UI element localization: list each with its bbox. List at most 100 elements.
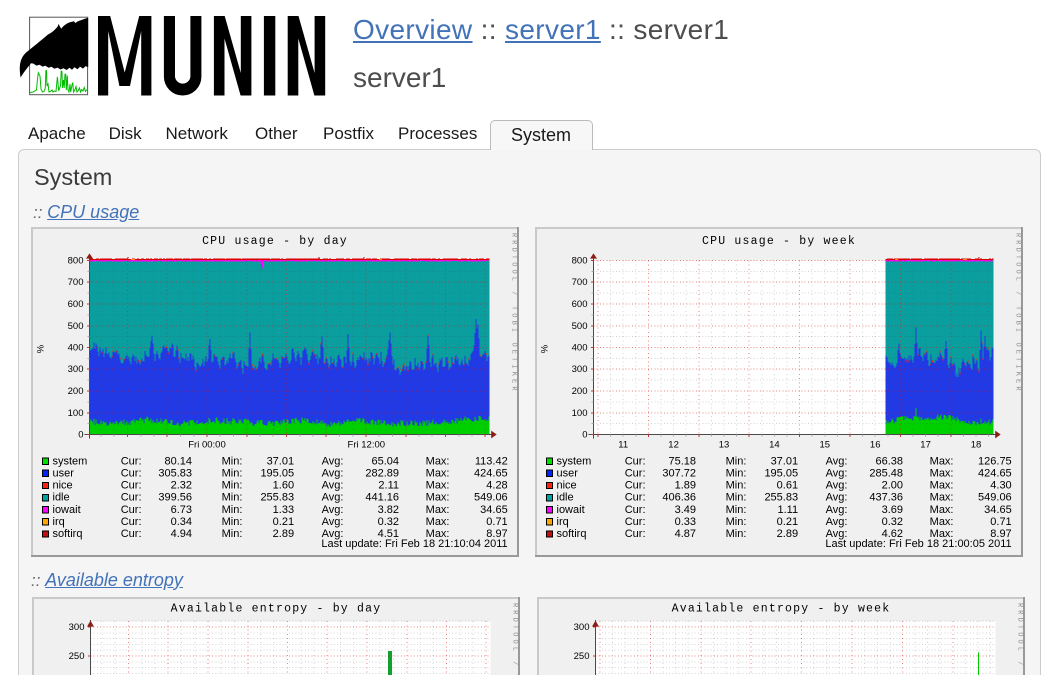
svg-text:Min:: Min: xyxy=(222,455,243,467)
svg-text:Cur:: Cur: xyxy=(625,516,646,528)
svg-text:2.32: 2.32 xyxy=(171,480,192,492)
svg-text:549.06: 549.06 xyxy=(474,492,508,504)
svg-text:Avg:: Avg: xyxy=(825,492,847,504)
svg-text:1.89: 1.89 xyxy=(674,480,695,492)
svg-text:Fri 00:00: Fri 00:00 xyxy=(189,440,227,451)
svg-text:18: 18 xyxy=(971,440,982,451)
svg-text:Cur:: Cur: xyxy=(121,455,142,467)
svg-text:Avg:: Avg: xyxy=(322,492,344,504)
svg-text:Min:: Min: xyxy=(222,467,243,479)
svg-text:1.60: 1.60 xyxy=(273,480,294,492)
svg-text:6.73: 6.73 xyxy=(171,504,192,516)
svg-text:Avg:: Avg: xyxy=(322,504,344,516)
svg-text:500: 500 xyxy=(571,321,587,332)
svg-text:Max:: Max: xyxy=(929,504,953,516)
svg-text:Min:: Min: xyxy=(725,455,746,467)
svg-text:549.06: 549.06 xyxy=(978,492,1012,504)
svg-text:66.38: 66.38 xyxy=(875,455,903,467)
svg-text:Avg:: Avg: xyxy=(322,480,344,492)
svg-text:softirq: softirq xyxy=(556,528,586,540)
svg-text:Max:: Max: xyxy=(426,455,450,467)
svg-text:424.65: 424.65 xyxy=(474,467,508,479)
svg-text:Min:: Min: xyxy=(725,516,746,528)
svg-text:CPU usage - by day: CPU usage - by day xyxy=(202,235,348,248)
svg-text:Cur:: Cur: xyxy=(625,455,646,467)
svg-text:RRDTOOL / TOBI OETIKER: RRDTOOL / TOBI OETIKER xyxy=(1015,603,1023,675)
svg-text:Max:: Max: xyxy=(426,516,450,528)
svg-text:399.56: 399.56 xyxy=(159,492,193,504)
svg-text:Last update: Fri Feb 18 21:00:: Last update: Fri Feb 18 21:00:05 2011 xyxy=(825,538,1011,550)
svg-text:195.05: 195.05 xyxy=(261,467,295,479)
svg-text:126.75: 126.75 xyxy=(978,455,1012,467)
svg-text:system: system xyxy=(53,455,88,467)
svg-text:700: 700 xyxy=(68,277,84,288)
svg-text:Avg:: Avg: xyxy=(322,455,344,467)
svg-text:Cur:: Cur: xyxy=(625,480,646,492)
svg-text:2.11: 2.11 xyxy=(379,480,400,492)
svg-text:Min:: Min: xyxy=(725,504,746,516)
svg-text:195.05: 195.05 xyxy=(764,467,798,479)
svg-text:Fri 12:00: Fri 12:00 xyxy=(348,440,386,451)
svg-text:Cur:: Cur: xyxy=(121,480,142,492)
svg-text:100: 100 xyxy=(68,408,84,419)
svg-text:37.01: 37.01 xyxy=(267,455,295,467)
svg-text:nice: nice xyxy=(53,480,73,492)
svg-text:285.48: 285.48 xyxy=(869,467,903,479)
svg-text:Max:: Max: xyxy=(929,492,953,504)
svg-text:Avg:: Avg: xyxy=(825,455,847,467)
svg-text:idle: idle xyxy=(556,492,573,504)
svg-text:255.83: 255.83 xyxy=(764,492,798,504)
svg-text:800: 800 xyxy=(68,256,84,267)
svg-text:250: 250 xyxy=(69,651,85,662)
svg-text:437.36: 437.36 xyxy=(869,492,903,504)
svg-text:307.72: 307.72 xyxy=(662,467,696,479)
svg-text:300: 300 xyxy=(573,622,589,633)
svg-text:1.33: 1.33 xyxy=(273,504,294,516)
svg-text:Max:: Max: xyxy=(929,516,953,528)
svg-text:34.65: 34.65 xyxy=(984,504,1012,516)
svg-text:80.14: 80.14 xyxy=(165,455,193,467)
svg-text:0.21: 0.21 xyxy=(776,516,797,528)
svg-text:Cur:: Cur: xyxy=(121,492,142,504)
svg-text:3.49: 3.49 xyxy=(674,504,695,516)
svg-text:Cur:: Cur: xyxy=(625,504,646,516)
svg-text:300: 300 xyxy=(68,364,84,375)
svg-text:Avg:: Avg: xyxy=(825,504,847,516)
svg-text:iowait: iowait xyxy=(556,504,584,516)
svg-text:12: 12 xyxy=(668,440,679,451)
svg-text:0.33: 0.33 xyxy=(674,516,695,528)
svg-text:2.89: 2.89 xyxy=(273,528,294,540)
svg-text:0.34: 0.34 xyxy=(171,516,192,528)
svg-text:14: 14 xyxy=(769,440,780,451)
svg-text:Cur:: Cur: xyxy=(121,516,142,528)
svg-text:800: 800 xyxy=(571,256,587,267)
svg-text:4.28: 4.28 xyxy=(487,480,508,492)
svg-text:idle: idle xyxy=(53,492,70,504)
svg-text:600: 600 xyxy=(571,299,587,310)
svg-text:300: 300 xyxy=(571,364,587,375)
svg-text:282.89: 282.89 xyxy=(366,467,400,479)
svg-text:Min:: Min: xyxy=(725,492,746,504)
svg-text:Cur:: Cur: xyxy=(625,467,646,479)
svg-text:65.04: 65.04 xyxy=(372,455,400,467)
svg-text:4.94: 4.94 xyxy=(171,528,192,540)
svg-text:iowait: iowait xyxy=(53,504,81,516)
svg-text:RRDTOOL / TOBI OETIKER: RRDTOOL / TOBI OETIKER xyxy=(511,603,519,675)
svg-text:600: 600 xyxy=(68,299,84,310)
svg-text:Min:: Min: xyxy=(725,480,746,492)
svg-text:Min:: Min: xyxy=(222,504,243,516)
svg-text:0.32: 0.32 xyxy=(378,516,399,528)
svg-text:system: system xyxy=(556,455,591,467)
svg-text:user: user xyxy=(53,467,75,479)
svg-text:Min:: Min: xyxy=(725,467,746,479)
svg-text:Min:: Min: xyxy=(222,528,243,540)
svg-text:424.65: 424.65 xyxy=(978,467,1012,479)
svg-text:Max:: Max: xyxy=(426,467,450,479)
svg-text:Min:: Min: xyxy=(222,480,243,492)
svg-text:Min:: Min: xyxy=(222,492,243,504)
svg-text:1.11: 1.11 xyxy=(777,504,798,516)
svg-text:0: 0 xyxy=(79,430,84,441)
svg-text:Max:: Max: xyxy=(929,480,953,492)
svg-text:Max:: Max: xyxy=(929,455,953,467)
svg-text:Max:: Max: xyxy=(426,504,450,516)
